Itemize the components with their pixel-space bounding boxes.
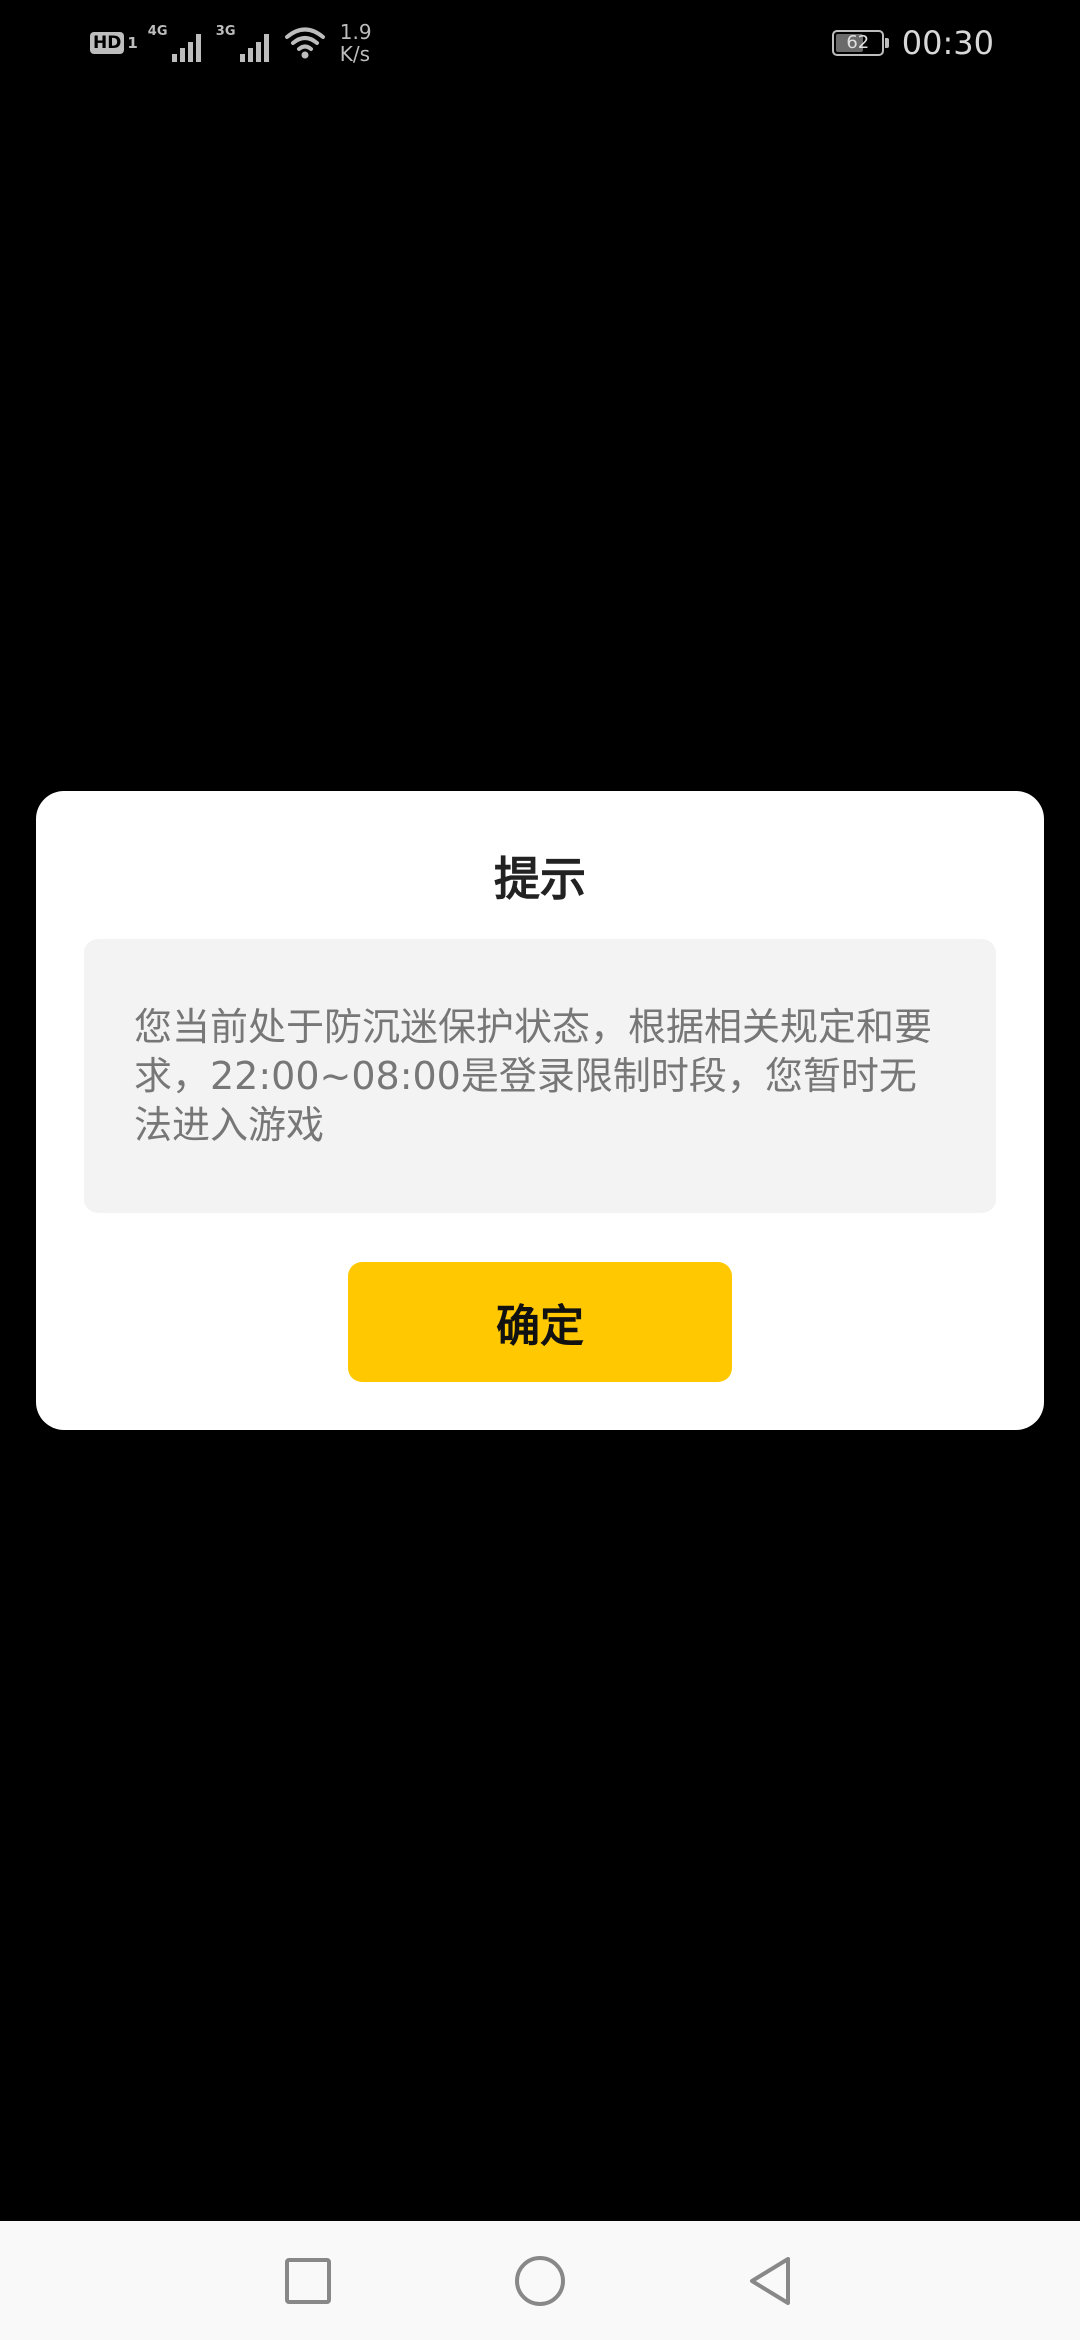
anti-addiction-dialog: 提示 您当前处于防沉迷保护状态，根据相关规定和要求，22:00~08:00是登录… — [36, 791, 1044, 1430]
navigation-bar — [0, 2221, 1080, 2340]
screen: HD 1 4G 3G 1.9 K/s 62 00:30 提示 您当前处于防沉迷保… — [0, 0, 1080, 2340]
sim2-network-type: 3G — [215, 24, 236, 39]
hd-label: HD — [90, 32, 125, 54]
confirm-button[interactable]: 确定 — [348, 1262, 732, 1382]
status-bar: HD 1 4G 3G 1.9 K/s 62 00:30 — [0, 0, 1080, 84]
dialog-title: 提示 — [494, 852, 586, 906]
status-left: HD 1 4G 3G 1.9 K/s — [90, 18, 372, 68]
status-right: 62 00:30 — [831, 18, 994, 68]
message-box: 您当前处于防沉迷保护状态，根据相关规定和要求，22:00~08:00是登录限制时… — [84, 939, 996, 1213]
signal-icon: 3G — [216, 22, 274, 64]
dialog-message: 您当前处于防沉迷保护状态，根据相关规定和要求，22:00~08:00是登录限制时… — [134, 1005, 933, 1147]
signal-icon: 4G — [148, 22, 206, 64]
network-speed: 1.9 K/s — [340, 21, 372, 65]
sim1-network-type: 4G — [147, 24, 168, 39]
back-icon[interactable] — [740, 2251, 800, 2311]
recents-icon[interactable] — [278, 2251, 338, 2311]
battery-icon: 62 — [831, 30, 889, 56]
speed-value: 1.9 — [339, 20, 372, 44]
clock: 00:30 — [901, 24, 994, 62]
wifi-icon — [284, 27, 325, 59]
home-icon[interactable] — [510, 2251, 570, 2311]
speed-unit: K/s — [339, 42, 371, 66]
hd-icon: HD 1 — [90, 32, 138, 54]
battery-level: 62 — [846, 32, 870, 53]
hd-sim-number: 1 — [127, 34, 138, 52]
